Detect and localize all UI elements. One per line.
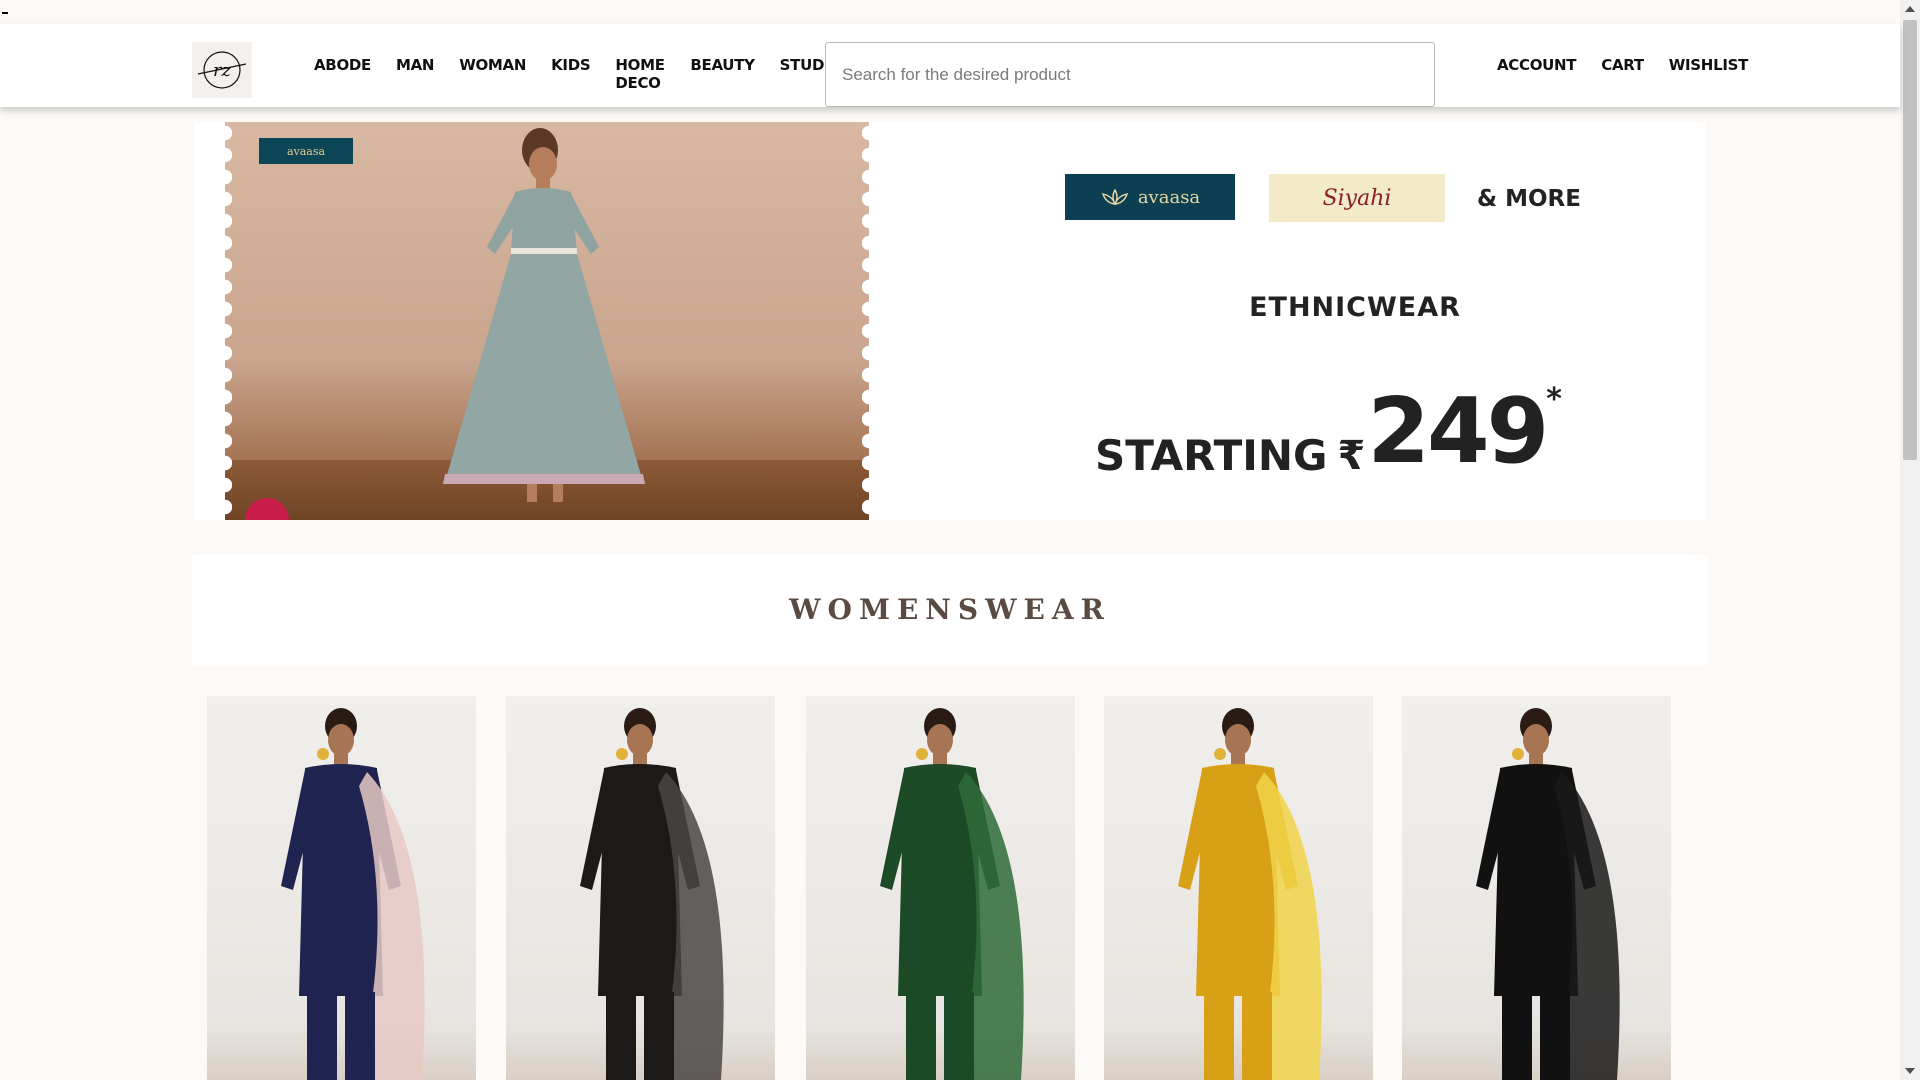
nav-item-abode[interactable]: ABODE <box>314 56 371 92</box>
earring-shape <box>317 748 329 760</box>
right-leg-shape <box>1540 992 1570 1080</box>
earring-shape <box>616 748 628 760</box>
site-header: rz ABODE MAN WOMAN KIDS HOME DECO BEAUTY… <box>0 24 1900 107</box>
product-image <box>580 708 724 1080</box>
product-card[interactable] <box>506 696 775 1080</box>
right-leg-shape <box>345 992 375 1080</box>
scroll-up-icon[interactable] <box>1905 6 1915 12</box>
face-shape <box>1523 724 1549 756</box>
product-card[interactable] <box>1402 696 1671 1080</box>
left-leg-shape <box>606 992 636 1080</box>
account-nav: ACCOUNT CART WISHLIST <box>1497 56 1773 74</box>
left-leg-shape <box>307 992 337 1080</box>
search-input[interactable] <box>825 42 1435 107</box>
logo-icon: rz <box>197 51 247 89</box>
face-shape <box>627 724 653 756</box>
banner-price: 249 <box>1367 379 1549 484</box>
promo-banner[interactable]: avaasa avaasa Siyahi & MORE ETHNICWEAR S… <box>195 122 1705 520</box>
right-leg-shape <box>644 992 674 1080</box>
product-card[interactable] <box>1104 696 1373 1080</box>
lotus-icon <box>1101 188 1128 206</box>
earring-shape <box>916 748 928 760</box>
brand-siyahi-text: Siyahi <box>1322 185 1392 211</box>
rupee-symbol: ₹ <box>1337 433 1366 479</box>
model-figure-image <box>443 128 645 502</box>
banner-price-row: STARTING ₹ 249 * <box>1095 372 1575 482</box>
nav-item-kids[interactable]: KIDS <box>551 56 591 92</box>
product-image <box>880 708 1024 1080</box>
brand-logo-avaasa: avaasa <box>1065 174 1235 220</box>
face-shape <box>1225 724 1251 756</box>
left-leg-shape <box>1502 992 1532 1080</box>
nav-item-home-deco[interactable]: HOME DECO <box>615 56 665 92</box>
stamp-brand-badge: avaasa <box>259 138 353 164</box>
dash-mark <box>2 12 8 14</box>
product-image <box>1178 708 1322 1080</box>
nav-item-woman[interactable]: WOMAN <box>459 56 526 92</box>
brand-avaasa-text: avaasa <box>1137 186 1201 208</box>
stamp-edge-left <box>225 122 232 520</box>
face-shape <box>328 724 354 756</box>
banner-category: ETHNICWEAR <box>1249 292 1461 323</box>
nav-item-wishlist[interactable]: WISHLIST <box>1669 56 1749 74</box>
right-leg-shape <box>944 992 974 1080</box>
banner-more-text: & MORE <box>1477 186 1581 212</box>
top-strip <box>0 0 1900 24</box>
earring-shape <box>1214 748 1226 760</box>
vertical-scrollbar[interactable] <box>1900 0 1920 1080</box>
banner-starting-text: STARTING <box>1095 431 1328 480</box>
nav-item-man[interactable]: MAN <box>396 56 435 92</box>
nav-item-beauty[interactable]: BEAUTY <box>690 56 755 92</box>
site-logo[interactable]: rz <box>192 42 252 98</box>
banner-stamp-image: avaasa <box>225 122 869 520</box>
brand-logo-siyahi: Siyahi <box>1269 174 1445 222</box>
left-leg-shape <box>906 992 936 1080</box>
stamp-edge-right <box>862 122 869 520</box>
right-leg-shape <box>1242 992 1272 1080</box>
product-card[interactable] <box>806 696 1075 1080</box>
section-heading-box: WOMENSWEAR <box>192 555 1708 665</box>
earring-shape <box>1512 748 1524 760</box>
face-shape <box>927 724 953 756</box>
product-card[interactable] <box>207 696 476 1080</box>
scroll-down-icon[interactable] <box>1905 1068 1915 1074</box>
nav-item-cart[interactable]: CART <box>1601 56 1644 74</box>
product-image <box>281 708 425 1080</box>
nav-item-account[interactable]: ACCOUNT <box>1497 56 1577 74</box>
product-image <box>1476 708 1620 1080</box>
left-leg-shape <box>1204 992 1234 1080</box>
main-nav: ABODE MAN WOMAN KIDS HOME DECO BEAUTY ST… <box>314 56 867 92</box>
logo-text: rz <box>213 60 232 81</box>
price-asterisk: * <box>1546 382 1562 417</box>
section-title: WOMENSWEAR <box>789 593 1111 626</box>
scrollbar-thumb[interactable] <box>1903 20 1917 460</box>
